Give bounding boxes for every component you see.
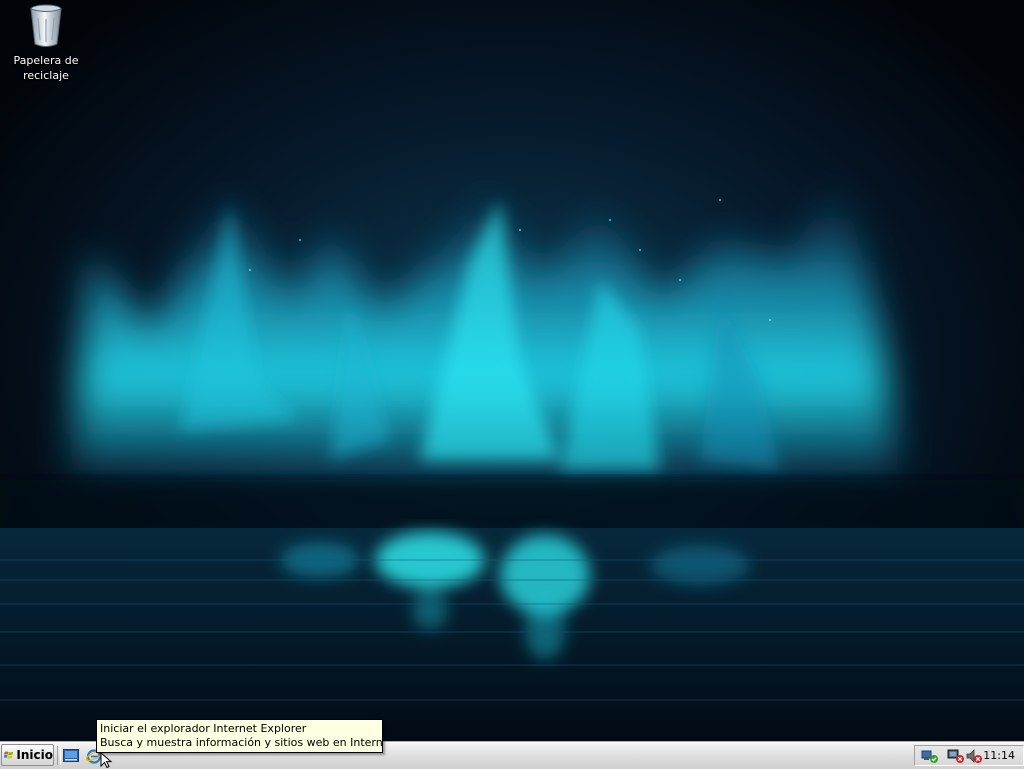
system-tray: 11:14 (914, 745, 1024, 766)
show-desktop-button[interactable] (61, 746, 81, 765)
tooltip: Iniciar el explorador Internet Explorer … (96, 719, 383, 753)
show-desktop-icon (63, 748, 79, 762)
mouse-cursor-icon (100, 752, 113, 768)
desktop[interactable]: Papelera de reciclaje (0, 0, 1024, 742)
recycle-bin-desktop-icon[interactable]: Papelera de reciclaje (8, 2, 84, 83)
recycle-bin-label: Papelera de reciclaje (13, 54, 79, 82)
clock[interactable]: 11:14 (983, 749, 1015, 762)
tooltip-description: Busca y muestra información y sitios web… (100, 736, 383, 749)
recycle-bin-icon (30, 4, 62, 47)
volume-muted-icon[interactable] (965, 748, 983, 764)
network-connection-icon[interactable] (921, 748, 939, 764)
wallpaper-image (0, 0, 1024, 742)
security-shield-icon[interactable] (947, 748, 965, 764)
tooltip-title: Iniciar el explorador Internet Explorer (100, 722, 307, 735)
start-button-label: Inicio (16, 748, 53, 762)
start-button[interactable]: Inicio (1, 744, 54, 766)
windows-logo-icon (4, 751, 14, 759)
